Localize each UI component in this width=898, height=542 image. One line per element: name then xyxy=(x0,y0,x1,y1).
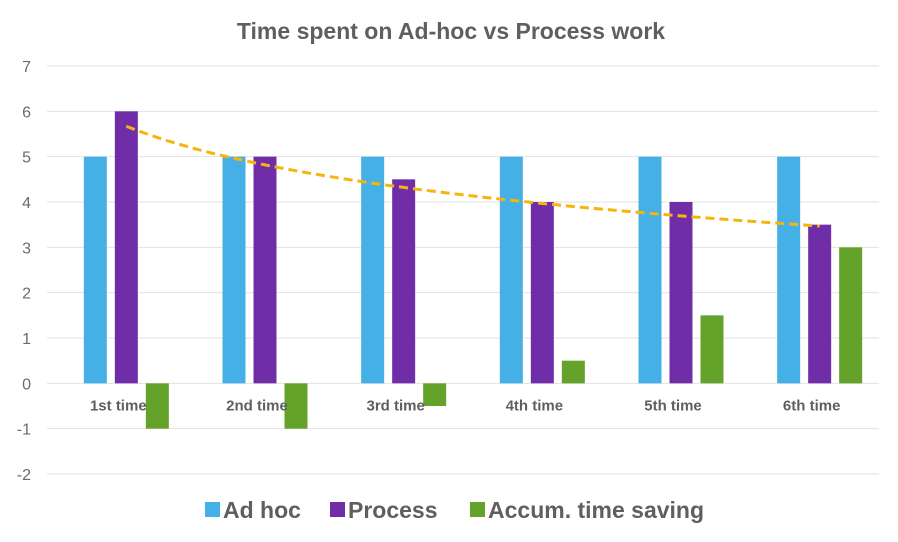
legend-swatch-ad-hoc xyxy=(205,502,220,517)
x-tick-label: 5th time xyxy=(644,397,702,414)
legend-swatch-accum-time-saving xyxy=(470,502,485,517)
legend-swatch-process xyxy=(330,502,345,517)
y-tick-label: 4 xyxy=(22,195,31,212)
bar-process xyxy=(392,179,416,384)
legend: Ad hoc Process Accum. time saving xyxy=(205,497,704,523)
x-tick-label: 6th time xyxy=(783,397,841,414)
y-tick-label: 7 xyxy=(22,59,31,76)
gridlines xyxy=(47,65,879,475)
bars xyxy=(83,111,863,429)
bar-accum-time-saving xyxy=(561,360,585,384)
bar-ad-hoc xyxy=(83,156,107,384)
bar-accum-time-saving xyxy=(700,315,724,384)
y-tick-label: 3 xyxy=(22,240,31,257)
legend-label-ad-hoc: Ad hoc xyxy=(223,497,301,523)
bar-accum-time-saving xyxy=(145,383,169,429)
bar-ad-hoc xyxy=(777,156,801,384)
y-tick-label: -1 xyxy=(17,422,31,439)
bar-ad-hoc xyxy=(638,156,662,384)
chart-title: Time spent on Ad-hoc vs Process work xyxy=(237,18,665,44)
x-tick-label: 2nd time xyxy=(226,397,288,414)
chart: Time spent on Ad-hoc vs Process work 7 6 5… xyxy=(17,18,879,523)
bar-process xyxy=(530,202,554,384)
y-tick-label: 2 xyxy=(22,286,31,303)
bar-process xyxy=(808,224,832,384)
bar-process xyxy=(114,111,138,384)
bar-accum-time-saving xyxy=(284,383,308,429)
bar-accum-time-saving xyxy=(423,383,447,406)
y-tick-label: 1 xyxy=(22,331,31,348)
bar-ad-hoc xyxy=(499,156,523,384)
x-tick-label: 3rd time xyxy=(366,397,424,414)
x-axis-ticks: 1st time 2nd time 3rd time 4th time 5th time… xyxy=(90,397,840,414)
x-tick-label: 4th time xyxy=(506,397,564,414)
bar-process xyxy=(253,156,277,384)
bar-ad-hoc xyxy=(361,156,385,384)
y-tick-label: 0 xyxy=(22,376,31,393)
y-tick-label: 6 xyxy=(22,104,31,121)
y-axis-ticks: 7 6 5 4 3 2 1 0 -1 -2 xyxy=(17,59,31,484)
bar-accum-time-saving xyxy=(839,247,863,384)
legend-label-process: Process xyxy=(348,497,438,523)
y-tick-label: 5 xyxy=(22,150,31,167)
y-tick-label: -2 xyxy=(17,467,31,484)
bar-ad-hoc xyxy=(222,156,246,384)
x-tick-label: 1st time xyxy=(90,397,147,414)
legend-label-accum-time-saving: Accum. time saving xyxy=(488,497,704,523)
bar-process xyxy=(669,202,693,384)
